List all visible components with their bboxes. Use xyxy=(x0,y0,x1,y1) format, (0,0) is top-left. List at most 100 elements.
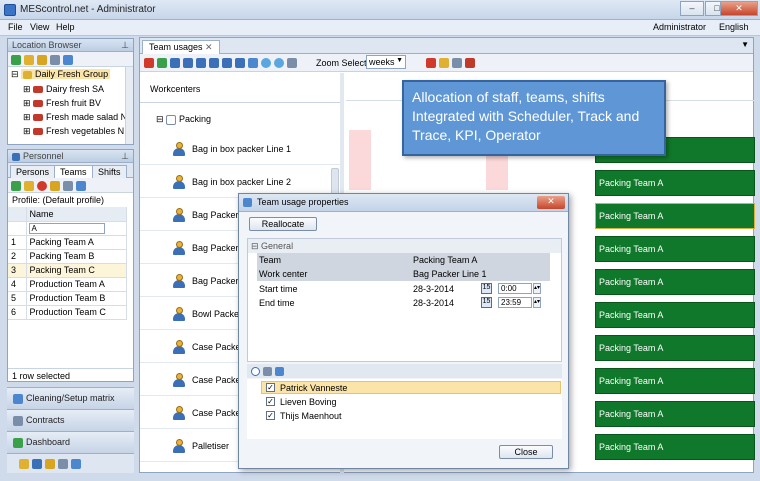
close-button[interactable]: Close xyxy=(499,445,553,459)
pin-icon[interactable]: ⊥ xyxy=(121,151,129,162)
workcenter-row[interactable]: Bag in box packer Line 1 xyxy=(140,132,340,165)
report-icon[interactable] xyxy=(19,458,29,469)
edit-icon[interactable] xyxy=(24,54,34,65)
language-select[interactable]: English xyxy=(719,22,749,32)
section-general[interactable]: ⊟ General xyxy=(248,239,561,253)
prop-value: Packing Team A xyxy=(413,255,478,265)
filter-input[interactable]: A xyxy=(28,222,105,234)
prop-end-time[interactable]: End time 28-3-2014 15 23:59 ▴▾ xyxy=(257,296,550,310)
gantt-bar[interactable]: Packing Team A xyxy=(595,401,755,427)
tree-root[interactable]: ⊟ Daily Fresh Group xyxy=(11,69,111,83)
member-checkbox[interactable]: ✓ xyxy=(266,383,275,392)
tab-persons[interactable]: Persons xyxy=(10,165,56,178)
tab-shifts[interactable]: Shifts xyxy=(92,165,127,178)
gantt-bar[interactable]: Packing Team A xyxy=(595,368,755,394)
table-row[interactable]: 1 Packing Team A xyxy=(8,235,127,250)
group-packing[interactable]: ⊟ Packing xyxy=(140,104,340,134)
table-row[interactable]: 6 Production Team C xyxy=(8,305,127,320)
tree-item[interactable]: ⊞ Dairy fresh SA xyxy=(23,84,104,98)
add-icon[interactable] xyxy=(11,54,21,65)
pin-icon[interactable]: ⊥ xyxy=(121,40,129,51)
add-icon[interactable] xyxy=(11,180,21,191)
back-icon[interactable] xyxy=(196,57,206,68)
users-icon[interactable] xyxy=(263,367,272,377)
table-row[interactable]: 5 Production Team B xyxy=(8,291,127,306)
delete-icon[interactable] xyxy=(37,180,47,191)
collapse-icon[interactable] xyxy=(251,367,260,377)
time-spinner-icon[interactable]: ▴▾ xyxy=(533,283,541,294)
folder-icon[interactable] xyxy=(50,180,60,191)
print-icon[interactable] xyxy=(50,54,60,65)
tree-scrollbar[interactable] xyxy=(125,67,133,144)
last-icon[interactable] xyxy=(235,57,245,68)
table-row[interactable]: 4 Production Team A xyxy=(8,277,127,292)
tree-item[interactable]: ⊞ Fresh made salad N xyxy=(23,112,127,126)
refresh-icon[interactable] xyxy=(248,57,258,68)
chart-icon[interactable] xyxy=(32,458,42,469)
edit-icon[interactable] xyxy=(24,180,34,191)
gantt-bar[interactable]: Packing Team A xyxy=(595,302,755,328)
previous-icon[interactable] xyxy=(183,57,193,68)
fit-icon[interactable] xyxy=(287,57,297,68)
dialog-close-icon[interactable]: ✕ xyxy=(537,196,565,209)
time-spinner-icon[interactable]: ▴▾ xyxy=(533,297,541,308)
tab-teams[interactable]: Teams xyxy=(54,165,93,178)
tab-team-usages[interactable]: Team usages ✕ xyxy=(142,40,220,54)
start-time-field[interactable]: 0:00 xyxy=(498,283,532,294)
nav-dashboard[interactable]: Dashboard xyxy=(7,431,134,453)
next-icon[interactable] xyxy=(222,57,232,68)
zoom-select[interactable]: weeks ▼ xyxy=(366,55,406,69)
tools-icon[interactable] xyxy=(45,458,55,469)
prop-work-center[interactable]: Work center Bag Packer Line 1 xyxy=(257,267,550,281)
menu-file[interactable]: File xyxy=(8,22,23,32)
options-icon[interactable] xyxy=(452,57,462,68)
close-window-button[interactable]: ✕ xyxy=(720,1,758,16)
member-checkbox[interactable]: ✓ xyxy=(266,397,275,406)
prop-team[interactable]: Team Packing Team A xyxy=(257,253,550,267)
color-icon[interactable] xyxy=(426,57,436,68)
tab-dropdown-icon[interactable]: ▼ xyxy=(741,40,749,49)
gantt-bar[interactable]: Packing Team A xyxy=(595,236,755,262)
start-date-value[interactable]: 28-3-2014 xyxy=(413,284,454,294)
refresh-icon[interactable] xyxy=(76,180,86,191)
folder-icon[interactable] xyxy=(37,54,47,65)
end-time-field[interactable]: 23:59 xyxy=(498,297,532,308)
gantt-bar[interactable]: Packing Team A xyxy=(595,170,755,196)
menu-view[interactable]: View xyxy=(30,22,49,32)
layout-icon[interactable] xyxy=(465,57,475,68)
calendar-icon[interactable]: 15 xyxy=(481,297,492,308)
member-name: Patrick Vanneste xyxy=(280,383,348,393)
table-row[interactable]: 3 Packing Team C xyxy=(8,263,127,278)
forward-icon[interactable] xyxy=(209,57,219,68)
table-row[interactable]: 2 Packing Team B xyxy=(8,249,127,264)
user-name[interactable]: Administrator xyxy=(653,22,706,32)
menu-help[interactable]: Help xyxy=(56,22,75,32)
gantt-bar[interactable]: Packing Team A xyxy=(595,203,755,229)
gantt-bar[interactable]: Packing Team A xyxy=(595,335,755,361)
gantt-bar[interactable]: Packing Team A xyxy=(595,269,755,295)
stop-icon[interactable] xyxy=(144,57,154,68)
first-icon[interactable] xyxy=(170,57,180,68)
member-checkbox[interactable]: ✓ xyxy=(266,411,275,420)
refresh-icon[interactable] xyxy=(63,54,73,65)
nav-cleaning-setup[interactable]: Cleaning/Setup matrix xyxy=(7,387,134,409)
filter-icon[interactable] xyxy=(439,57,449,68)
column-header-name[interactable]: Name xyxy=(26,207,127,222)
calendar-icon[interactable]: 15 xyxy=(481,283,492,294)
tree-item[interactable]: ⊞ Fresh fruit BV xyxy=(23,98,101,112)
tree-item[interactable]: ⊞ Fresh vegetables N xyxy=(23,126,124,140)
zoom-in-icon[interactable] xyxy=(261,57,271,68)
minimize-button[interactable]: – xyxy=(680,1,704,16)
nav-contracts[interactable]: Contracts xyxy=(7,409,134,431)
gantt-bar[interactable]: Packing Team A xyxy=(595,434,755,460)
print-icon[interactable] xyxy=(63,180,73,191)
close-tab-icon[interactable]: ✕ xyxy=(205,42,213,52)
add-icon[interactable] xyxy=(157,57,167,68)
prop-start-time[interactable]: Start time 28-3-2014 15 0:00 ▴▾ xyxy=(257,282,550,296)
refresh-icon[interactable] xyxy=(275,367,284,377)
zoom-out-icon[interactable] xyxy=(274,57,284,68)
reallocate-button[interactable]: Reallocate xyxy=(249,217,317,231)
grid-icon[interactable] xyxy=(71,458,81,469)
end-date-value[interactable]: 28-3-2014 xyxy=(413,298,454,308)
list-icon[interactable] xyxy=(58,458,68,469)
